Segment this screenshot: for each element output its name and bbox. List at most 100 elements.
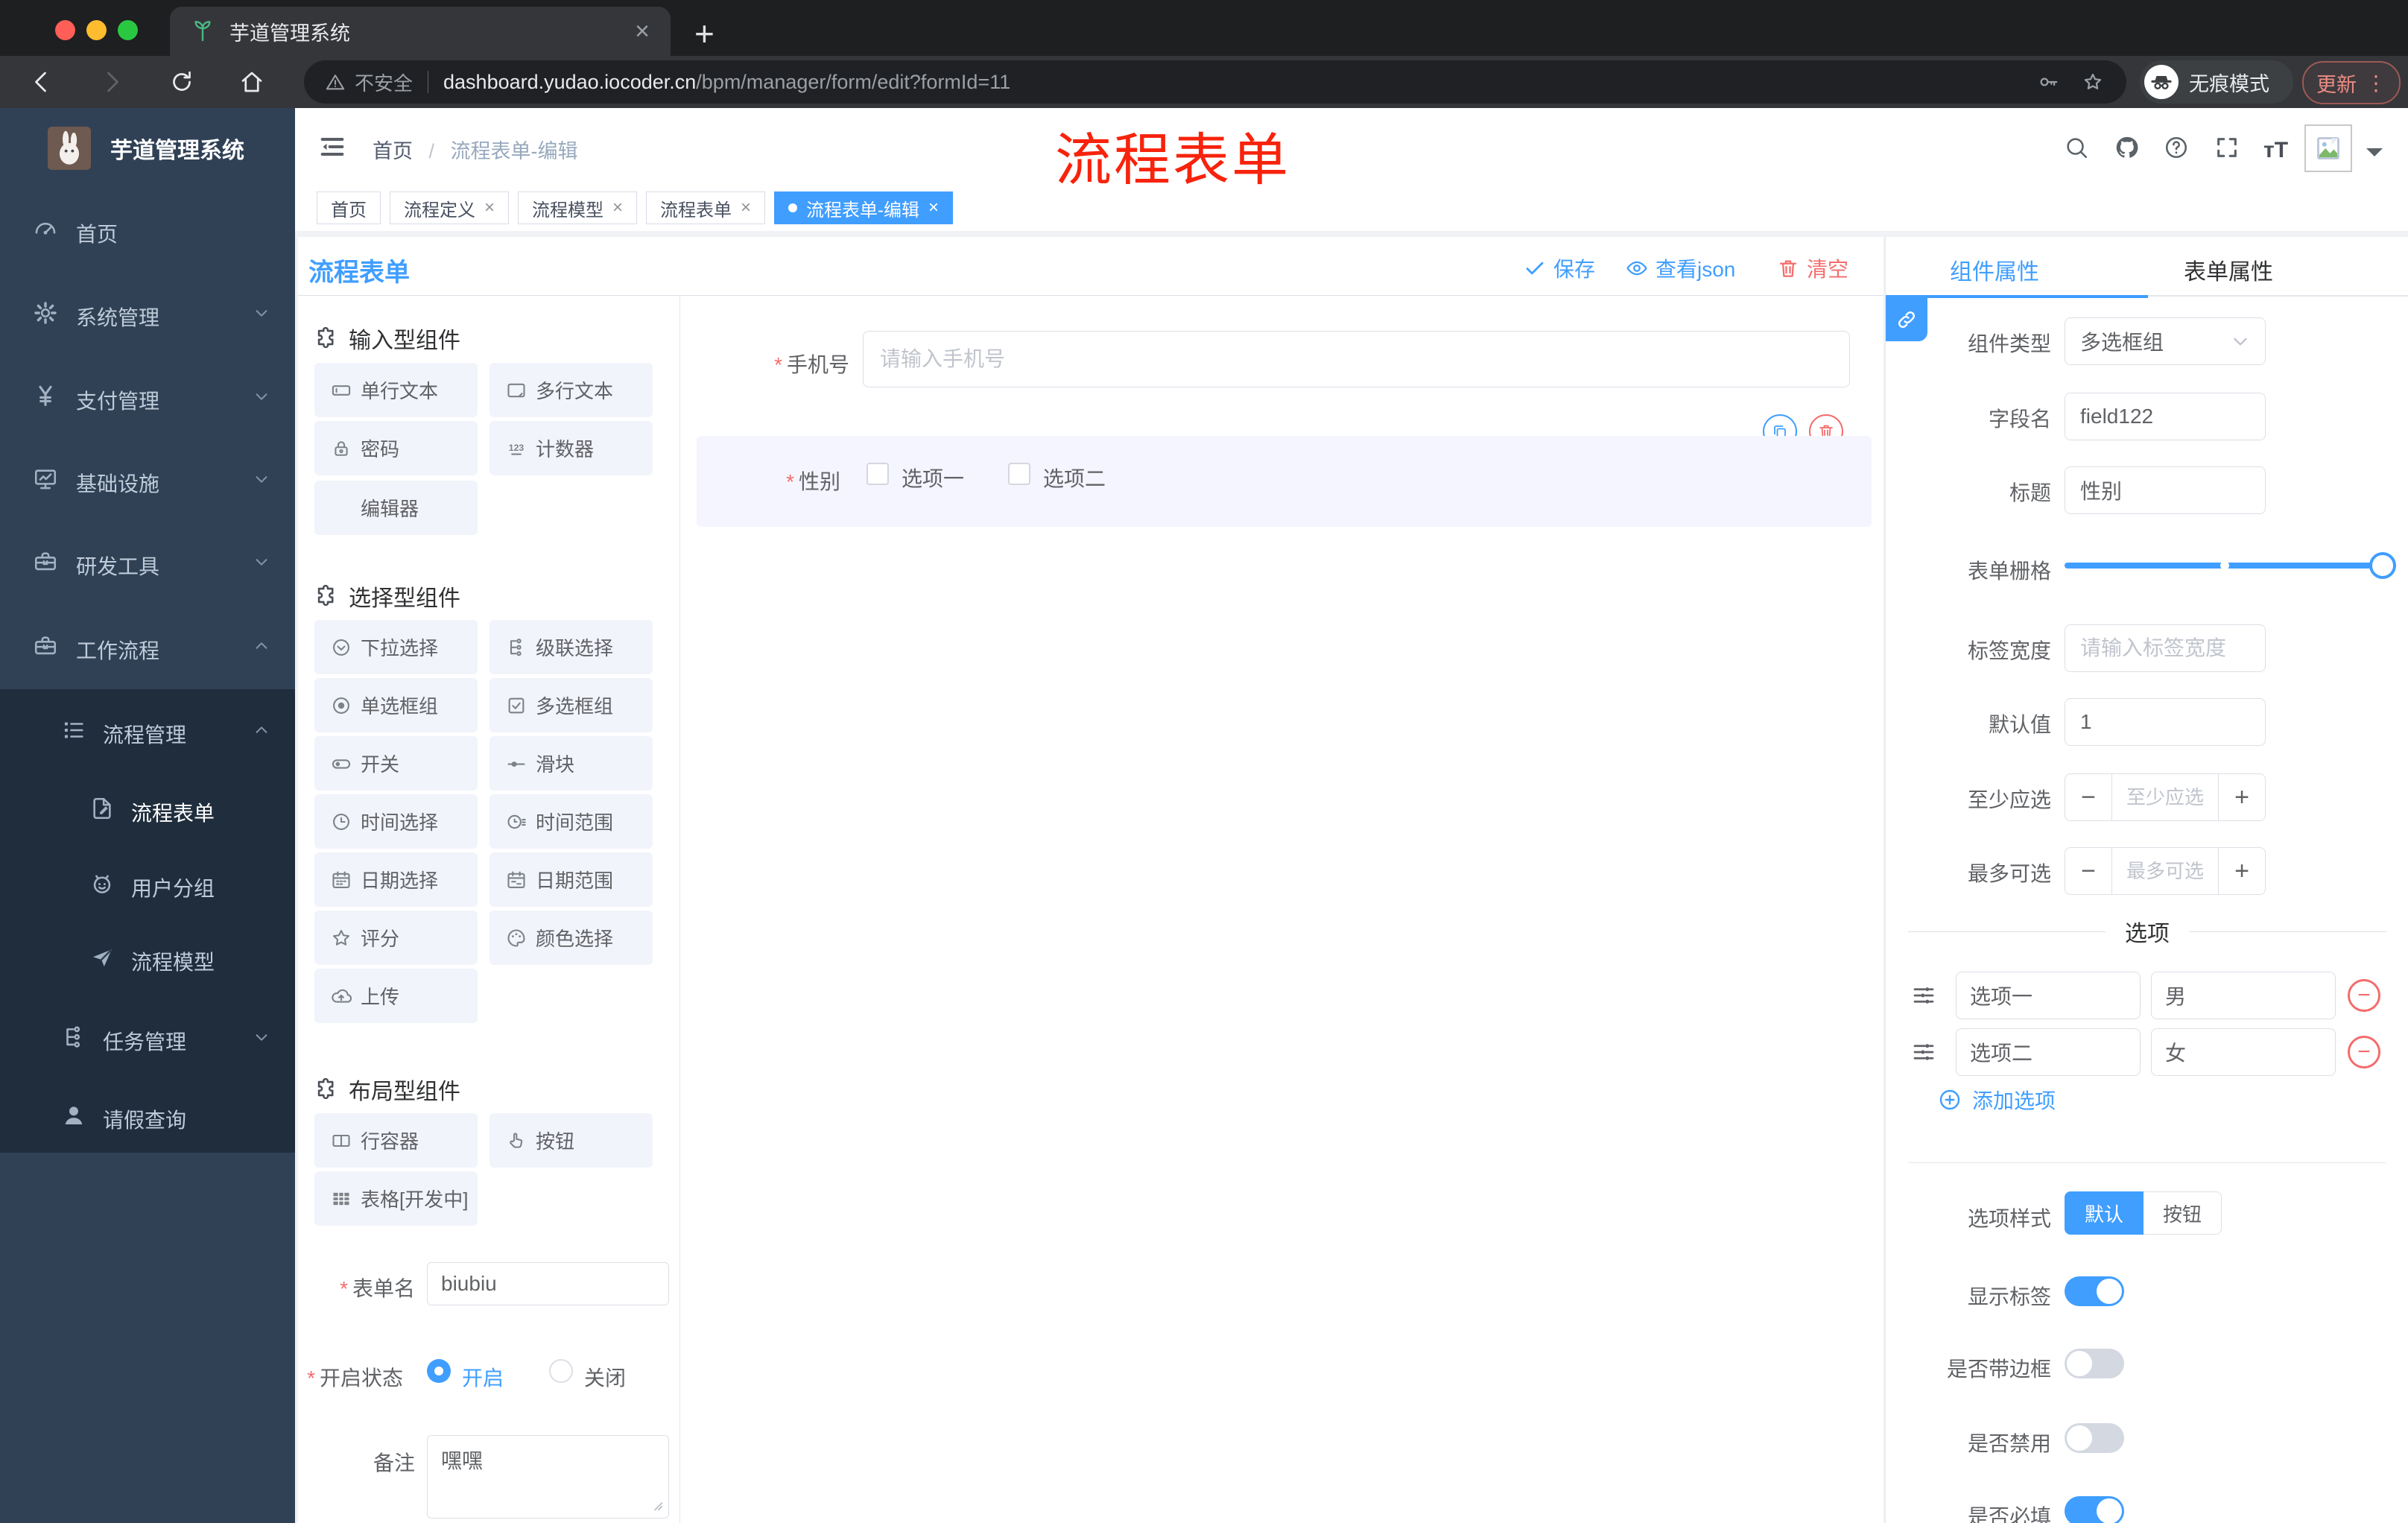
- option1-label-input[interactable]: [1956, 972, 2141, 1019]
- forward-icon[interactable]: [98, 69, 125, 95]
- sidebar-item-leave-query[interactable]: 请假查询: [0, 1077, 295, 1155]
- traffic-light-zoom[interactable]: [118, 20, 138, 40]
- help-icon[interactable]: [2164, 135, 2189, 160]
- tag-process-definition[interactable]: 流程定义 ×: [390, 191, 510, 224]
- gender-option1-label[interactable]: 选项一: [902, 463, 964, 493]
- component-chip-color-picker[interactable]: 颜色选择: [489, 911, 653, 965]
- traffic-light-minimize[interactable]: [86, 20, 107, 40]
- browser-tab[interactable]: 芋道管理系统 ×: [170, 7, 671, 56]
- option2-label-input[interactable]: [1956, 1028, 2141, 1076]
- save-button[interactable]: 保存: [1524, 253, 1595, 283]
- status-off-label[interactable]: 关闭: [584, 1362, 626, 1392]
- status-on-radio[interactable]: [427, 1359, 451, 1383]
- sidebar-item-payment[interactable]: 支付管理: [0, 355, 295, 439]
- tag-process-form-edit-active[interactable]: 流程表单-编辑 ×: [774, 191, 954, 224]
- remove-option-button[interactable]: −: [2348, 1036, 2380, 1068]
- remove-option-button[interactable]: −: [2348, 979, 2380, 1012]
- gender-option2-label[interactable]: 选项二: [1043, 463, 1106, 493]
- component-chip-date-picker[interactable]: 日期选择: [314, 852, 478, 907]
- field-name-input[interactable]: [2065, 393, 2266, 440]
- search-icon[interactable]: [2064, 135, 2089, 160]
- component-chip-radio-group[interactable]: 单选框组: [314, 678, 478, 732]
- tab-close-icon[interactable]: ×: [635, 19, 650, 44]
- stepper-plus-button[interactable]: +: [2218, 848, 2265, 894]
- status-off-radio[interactable]: [549, 1359, 573, 1383]
- close-icon[interactable]: ×: [741, 197, 751, 218]
- gender-option1-checkbox[interactable]: [866, 463, 889, 485]
- title-input[interactable]: [2065, 466, 2266, 514]
- close-icon[interactable]: ×: [928, 197, 939, 218]
- slider-track[interactable]: [2065, 563, 2396, 569]
- sidebar-item-process-form[interactable]: 流程表单: [0, 770, 295, 848]
- form-grid-slider[interactable]: [2065, 552, 2396, 579]
- selected-component-gender[interactable]: * 性别 选项一 选项二: [697, 436, 1872, 527]
- resize-handle-icon[interactable]: [648, 1496, 665, 1513]
- sidebar-item-home[interactable]: 首页: [0, 189, 295, 272]
- component-chip-table[interactable]: 表格[开发中]: [314, 1171, 478, 1226]
- component-chip-password[interactable]: 密码: [314, 421, 478, 475]
- stepper-minus-button[interactable]: −: [2065, 848, 2112, 894]
- drag-handle-icon[interactable]: [1910, 982, 1937, 1009]
- font-size-icon[interactable]: ᴛT: [2263, 138, 2288, 163]
- clear-button[interactable]: 清空: [1777, 253, 1848, 283]
- component-chip-button[interactable]: 按钮: [489, 1113, 653, 1168]
- drag-handle-icon[interactable]: [1910, 1039, 1937, 1066]
- security-label[interactable]: 不安全: [355, 69, 413, 96]
- traffic-light-close[interactable]: [55, 20, 75, 40]
- chrome-update-button[interactable]: 更新 ⋮: [2302, 61, 2401, 104]
- component-chip-counter[interactable]: 123 计数器: [489, 421, 653, 475]
- sidebar-item-process-mgmt[interactable]: 流程管理: [0, 692, 295, 770]
- sidebar-item-user-group[interactable]: 用户分组: [0, 846, 295, 923]
- stepper-plus-button[interactable]: +: [2218, 774, 2265, 820]
- component-chip-textarea[interactable]: 多行文本: [489, 363, 653, 417]
- stepper-minus-button[interactable]: −: [2065, 774, 2112, 820]
- reload-icon[interactable]: [168, 69, 195, 95]
- component-chip-time-picker[interactable]: 时间选择: [314, 794, 478, 849]
- avatar-caret-down-icon[interactable]: [2366, 148, 2383, 165]
- component-chip-slider[interactable]: 滑块: [489, 736, 653, 791]
- close-icon[interactable]: ×: [612, 197, 623, 218]
- default-value-input[interactable]: [2065, 698, 2266, 746]
- avatar[interactable]: [2304, 124, 2352, 172]
- tab-component-props[interactable]: 组件属性: [1950, 253, 2039, 286]
- sidebar-item-infra[interactable]: 基础设施: [0, 438, 295, 522]
- option1-value-input[interactable]: [2151, 972, 2336, 1019]
- back-icon[interactable]: [28, 69, 55, 95]
- add-option-button[interactable]: 添加选项: [1938, 1085, 2056, 1115]
- close-icon[interactable]: ×: [484, 197, 495, 218]
- bookmark-star-icon[interactable]: [2082, 71, 2104, 93]
- option2-value-input[interactable]: [2151, 1028, 2336, 1076]
- component-chip-time-range[interactable]: 时间范围: [489, 794, 653, 849]
- breadcrumb-home[interactable]: 首页: [373, 140, 413, 162]
- component-chip-text[interactable]: 单行文本: [314, 363, 478, 417]
- component-chip-upload[interactable]: 上传: [314, 969, 478, 1023]
- remark-textarea[interactable]: 嘿嘿: [427, 1435, 669, 1519]
- sidebar-item-workflow[interactable]: 工作流程: [0, 605, 295, 688]
- gender-option2-checkbox[interactable]: [1008, 463, 1030, 485]
- label-width-input[interactable]: [2065, 624, 2266, 672]
- min-select-input[interactable]: [2112, 774, 2218, 820]
- tag-process-model[interactable]: 流程模型 ×: [518, 191, 638, 224]
- required-toggle[interactable]: [2065, 1496, 2124, 1523]
- component-type-select[interactable]: 多选框组: [2065, 317, 2266, 365]
- component-chip-date-range[interactable]: 日期范围: [489, 852, 653, 907]
- sidebar-item-task-mgmt[interactable]: 任务管理: [0, 999, 295, 1077]
- style-default-button[interactable]: 默认: [2065, 1191, 2144, 1235]
- new-tab-button[interactable]: +: [694, 13, 715, 54]
- border-toggle[interactable]: [2065, 1349, 2124, 1378]
- sidebar-item-process-model[interactable]: 流程模型: [0, 919, 295, 997]
- component-chip-checkbox-group[interactable]: 多选框组: [489, 678, 653, 732]
- sidebar-item-devtools[interactable]: 研发工具: [0, 521, 295, 604]
- tag-home[interactable]: 首页: [317, 191, 381, 224]
- component-chip-editor[interactable]: 编辑器: [314, 481, 478, 535]
- view-json-button[interactable]: 查看json: [1626, 253, 1735, 283]
- component-chip-cascader[interactable]: 级联选择: [489, 620, 653, 674]
- show-label-toggle[interactable]: [2065, 1276, 2124, 1306]
- component-chip-switch[interactable]: 开关: [314, 736, 478, 791]
- tab-form-props[interactable]: 表单属性: [2184, 253, 2273, 286]
- home-icon[interactable]: [238, 69, 265, 95]
- password-key-icon[interactable]: [2037, 71, 2059, 93]
- tag-process-form[interactable]: 流程表单 ×: [646, 191, 766, 224]
- disabled-toggle[interactable]: [2065, 1423, 2124, 1453]
- style-button-button[interactable]: 按钮: [2144, 1191, 2222, 1235]
